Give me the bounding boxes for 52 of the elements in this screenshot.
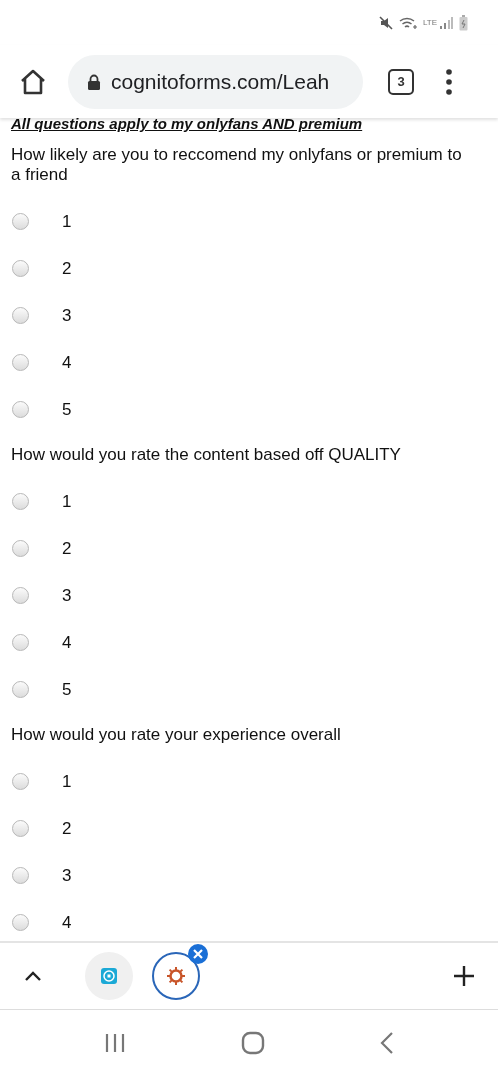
tab-thumbnail[interactable] (152, 952, 200, 1000)
option-label: 4 (62, 912, 72, 933)
tab-count-button[interactable]: 3 (388, 68, 414, 95)
option-label: 5 (62, 399, 72, 420)
radio-button[interactable] (12, 820, 29, 837)
option-label: 2 (62, 818, 72, 839)
radio-button[interactable] (12, 587, 29, 604)
close-icon[interactable] (188, 944, 208, 964)
radio-button[interactable] (12, 401, 29, 418)
radio-button[interactable] (12, 773, 29, 790)
radio-button[interactable] (12, 260, 29, 277)
option-label: 3 (62, 305, 72, 326)
radio-button[interactable] (12, 681, 29, 698)
option-label: 2 (62, 538, 72, 559)
option-label: 5 (62, 679, 72, 700)
lock-icon (87, 73, 101, 90)
question-text: How likely are you to reccomend my onlyfans or premium to a friend (11, 145, 463, 185)
radio-button[interactable] (12, 540, 29, 557)
back-icon[interactable] (380, 1031, 394, 1055)
radio-button[interactable] (12, 213, 29, 230)
signal-icon (439, 15, 453, 30)
question-text: How would you rate your experience overall (11, 725, 342, 745)
option-label: 1 (62, 491, 72, 512)
tab-thumbnail[interactable] (85, 952, 133, 1000)
radio-button[interactable] (12, 867, 29, 884)
menu-icon[interactable] (446, 68, 452, 95)
option-label: 1 (62, 771, 72, 792)
radio-button[interactable] (12, 307, 29, 324)
wifi-icon (398, 15, 417, 30)
option-label: 2 (62, 258, 72, 279)
radio-button[interactable] (12, 493, 29, 510)
address-field[interactable]: cognitoforms.com/Leah (68, 54, 363, 109)
chevron-up-icon[interactable] (24, 970, 42, 982)
gear-icon (166, 966, 186, 986)
recent-apps-icon[interactable] (104, 1033, 126, 1053)
home-icon[interactable] (19, 67, 47, 96)
lock-box-icon (99, 966, 119, 986)
plus-icon[interactable] (453, 965, 475, 987)
radio-button[interactable] (12, 354, 29, 371)
option-label: 3 (62, 585, 72, 606)
mute-icon (378, 15, 393, 30)
radio-button[interactable] (12, 914, 29, 931)
option-label: 4 (62, 352, 72, 373)
option-label: 3 (62, 865, 72, 886)
option-label: 4 (62, 632, 72, 653)
radio-button[interactable] (12, 634, 29, 651)
form-intro: All questions apply to my onlyfans AND premium (11, 118, 364, 133)
network-label: LTE (422, 18, 437, 27)
battery-icon (459, 14, 468, 31)
option-label: 1 (62, 211, 72, 232)
question-text: How would you rate the content based off QUALITY (11, 445, 402, 465)
home-button-icon[interactable] (241, 1031, 265, 1055)
